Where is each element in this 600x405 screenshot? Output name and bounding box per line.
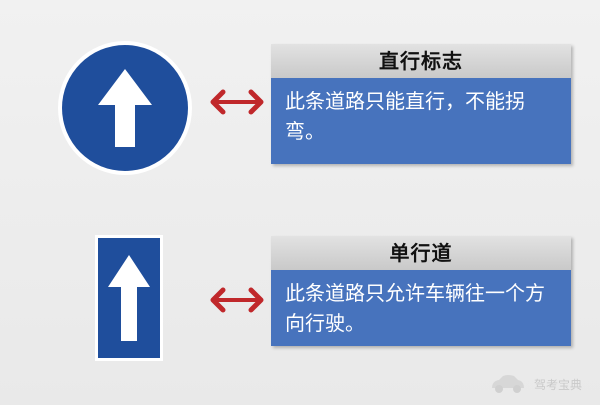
watermark-text: 驾考宝典 xyxy=(533,377,582,392)
card-title: 单行道 xyxy=(271,236,571,270)
double-arrow-icon xyxy=(210,89,264,115)
one-way-sign xyxy=(95,235,163,361)
watermark: 驾考宝典 xyxy=(488,373,582,395)
card-title: 直行标志 xyxy=(271,44,571,78)
car-icon xyxy=(491,375,524,393)
straight-ahead-card: 直行标志 此条道路只能直行，不能拐弯。 xyxy=(271,44,571,164)
one-way-card: 单行道 此条道路只允许车辆往一个方向行驶。 xyxy=(271,236,571,346)
double-arrow-icon xyxy=(210,287,264,313)
straight-ahead-sign xyxy=(58,41,192,175)
card-description: 此条道路只允许车辆往一个方向行驶。 xyxy=(271,270,571,346)
traffic-sign-explanation-page: 直行标志 此条道路只能直行，不能拐弯。 单行道 此条道路只允许车辆往一个方向行驶… xyxy=(0,0,600,405)
card-description: 此条道路只能直行，不能拐弯。 xyxy=(271,78,571,164)
